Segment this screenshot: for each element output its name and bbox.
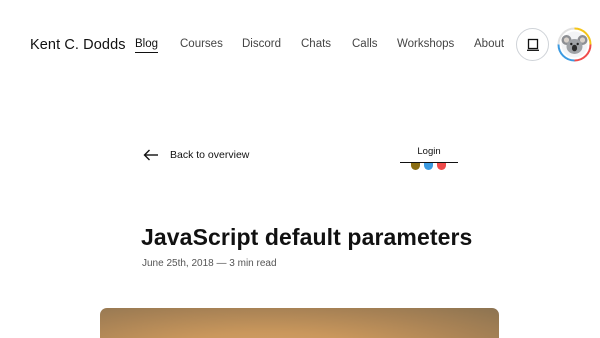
post-title: JavaScript default parameters (141, 224, 473, 250)
nav-chats[interactable]: Chats (301, 38, 331, 50)
team-red-dot (437, 163, 446, 170)
back-to-overview-link[interactable]: Back to overview (143, 146, 249, 164)
team-blue-dot (424, 163, 433, 170)
nav-blog[interactable]: Blog (135, 38, 159, 53)
laptop-icon (526, 38, 539, 51)
user-avatar-button[interactable] (557, 27, 592, 62)
nav-about[interactable]: About (474, 38, 504, 50)
nav-calls[interactable]: Calls (352, 38, 378, 50)
post-meta: June 25th, 2018 — 3 min read (142, 258, 277, 269)
back-link-label: Back to overview (170, 149, 250, 161)
theme-toggle-button[interactable] (516, 28, 549, 61)
brand-link[interactable]: Kent C. Dodds (30, 37, 126, 53)
login-widget: Login (399, 144, 459, 174)
koala-avatar-icon (557, 27, 592, 62)
site-header: Kent C. Dodds Blog Courses Discord Chats… (0, 0, 600, 90)
nav-discord[interactable]: Discord (242, 38, 281, 50)
team-yellow-dot (411, 163, 420, 170)
login-button[interactable]: Login (399, 146, 459, 157)
nav-courses[interactable]: Courses (180, 38, 223, 50)
nav-workshops[interactable]: Workshops (397, 38, 454, 50)
hero-image (100, 308, 499, 338)
arrow-left-icon (143, 149, 158, 161)
